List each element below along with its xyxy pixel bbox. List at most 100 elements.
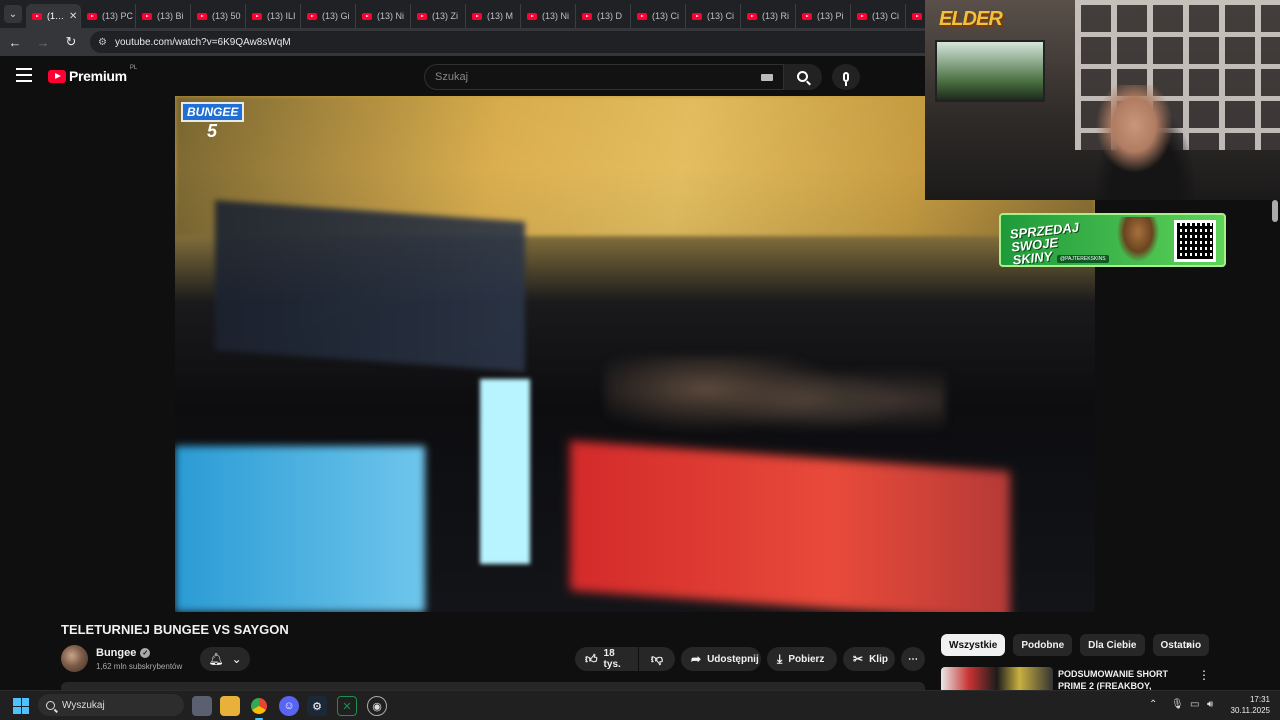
browser-tab[interactable]: (13) D xyxy=(576,4,631,28)
search-button[interactable] xyxy=(784,64,822,90)
clock-time: 17:31 xyxy=(1249,695,1270,704)
tab-label: (13) Ni xyxy=(542,11,570,21)
share-button[interactable]: ➦ Udostępnij xyxy=(681,647,761,671)
windows-start-icon[interactable] xyxy=(13,698,29,714)
monitor-tray-icon[interactable]: ▭ xyxy=(1190,699,1199,710)
tab-list: (1… ✕ (13) PC (13) Bi (13) 50 (13) ILI (13) Gi… xyxy=(26,0,961,28)
browser-tab[interactable]: (13) Ri xyxy=(741,4,796,28)
keyboard-icon[interactable] xyxy=(761,74,773,81)
browser-tab[interactable]: (13) Ni xyxy=(356,4,411,28)
tab-search-chevron-down-icon[interactable]: ⌄ xyxy=(4,5,22,23)
download-label: Pobierz xyxy=(788,653,825,665)
tab-label: (13) Zi xyxy=(432,11,459,21)
reload-icon[interactable]: ↻ xyxy=(62,33,80,51)
browser-tab[interactable]: (13) Ni xyxy=(521,4,576,28)
browser-tab[interactable]: (13) Ci xyxy=(686,4,741,28)
chip-recent[interactable]: Ostatnio xyxy=(1152,634,1210,656)
youtube-premium-logo[interactable]: Premium PL xyxy=(48,65,137,84)
search-input[interactable]: Szukaj xyxy=(424,64,784,90)
dislike-button[interactable]: 👎︎ xyxy=(639,647,675,671)
channel-watermark: BUNGEE 5 xyxy=(181,102,245,140)
youtube-favicon-icon xyxy=(417,12,427,20)
tab-label: (13) Ni xyxy=(377,11,405,21)
microphone-tray-icon[interactable]: 🎙︎ xyxy=(1171,699,1184,710)
address-bar[interactable]: ⚙ youtube.com/watch?v=6K9QAw8sWqM xyxy=(90,31,970,53)
browser-tab[interactable]: (13) 50 xyxy=(191,4,246,28)
site-settings-icon[interactable]: ⚙ xyxy=(98,37,107,48)
volume-icon[interactable]: 🔊︎ xyxy=(1207,699,1213,710)
discord-icon[interactable]: ☺ xyxy=(279,696,299,716)
youtube-favicon-icon xyxy=(527,12,537,20)
chrome-icon[interactable] xyxy=(249,696,269,720)
chevron-down-icon: ⌄ xyxy=(231,652,242,666)
youtube-favicon-icon xyxy=(747,12,757,20)
search-icon xyxy=(796,70,808,82)
more-actions-button[interactable]: ⋯ xyxy=(901,647,925,671)
tab-label: (13) Ci xyxy=(652,11,680,21)
close-tab-icon[interactable]: ✕ xyxy=(69,11,77,22)
file-explorer-icon[interactable] xyxy=(220,696,240,716)
notification-bell-button[interactable]: 🔔︎ ⌄ xyxy=(200,647,250,671)
forward-arrow-icon[interactable]: → xyxy=(34,33,52,51)
more-vertical-icon[interactable]: ⋮ xyxy=(1198,668,1210,682)
youtube-favicon-icon xyxy=(142,12,152,20)
taskbar-search[interactable]: Wyszukaj xyxy=(38,694,184,716)
task-view-icon[interactable] xyxy=(192,696,212,716)
like-button[interactable]: 👍︎ 18 tys. xyxy=(575,647,638,671)
webcam-overlay: ELDER xyxy=(925,0,1280,200)
clip-label: Klip xyxy=(869,653,888,665)
chevron-right-icon[interactable]: › xyxy=(1186,636,1191,652)
back-arrow-icon[interactable]: ← xyxy=(6,33,24,51)
youtube-favicon-icon xyxy=(692,12,702,20)
tray-chevron-up-icon[interactable]: ⌃ xyxy=(1149,699,1157,710)
chip-related[interactable]: Podobne xyxy=(1013,634,1073,656)
logo-word: Premium xyxy=(69,68,127,84)
video-title: TELETURNIEJ BUNGEE VS SAYGON xyxy=(61,622,289,637)
browser-tab[interactable]: (13) Pi xyxy=(796,4,851,28)
verified-check-icon: ✓ xyxy=(140,648,151,658)
youtube-favicon-icon xyxy=(87,12,97,20)
menu-hamburger-icon[interactable] xyxy=(16,68,32,82)
recommended-video-thumbnail[interactable] xyxy=(941,667,1053,691)
voice-search-button[interactable] xyxy=(832,64,860,90)
steam-icon[interactable]: ⚙ xyxy=(307,696,327,716)
browser-tab[interactable]: (13) Ci xyxy=(851,4,906,28)
taskbar-clock[interactable]: 17:31 30.11.2025 xyxy=(1226,694,1270,716)
browser-tab[interactable]: (13) Bi xyxy=(136,4,191,28)
youtube-favicon-icon xyxy=(912,12,922,20)
page-scrollbar[interactable] xyxy=(1272,200,1278,222)
browser-tab[interactable]: (13) M xyxy=(466,4,521,28)
tab-label: (13) Bi xyxy=(157,11,184,21)
tab-label: (1… xyxy=(47,11,65,21)
browser-tab[interactable]: (13) Zi xyxy=(411,4,466,28)
browser-tab[interactable]: (13) Ci xyxy=(631,4,686,28)
channel-name-row[interactable]: Bungee ✓ xyxy=(96,647,151,659)
browser-tab[interactable]: (13) PC xyxy=(81,4,136,28)
youtube-favicon-icon xyxy=(362,12,372,20)
youtube-favicon-icon xyxy=(802,12,812,20)
video-frame-screen xyxy=(215,200,525,372)
chip-for-you[interactable]: Dla Ciebie xyxy=(1080,634,1145,656)
bell-icon: 🔔︎ xyxy=(208,652,224,666)
chip-all[interactable]: Wszystkie xyxy=(941,634,1006,656)
more-horizontal-icon: ⋯ xyxy=(908,653,918,665)
tab-label: (13) Ci xyxy=(872,11,900,21)
share-arrow-icon: ➦ xyxy=(691,652,702,666)
qr-code-icon xyxy=(1174,220,1216,262)
excel-icon[interactable]: ✕ xyxy=(337,696,357,716)
tab-label: (13) 50 xyxy=(212,11,241,21)
browser-tab[interactable]: (13) Gi xyxy=(301,4,356,28)
obs-icon[interactable]: ◉ xyxy=(367,696,387,716)
download-button[interactable]: ⤓ Pobierz xyxy=(767,647,837,671)
tab-label: (13) Gi xyxy=(322,11,350,21)
browser-tab[interactable]: (13) ILI xyxy=(246,4,301,28)
youtube-favicon-icon xyxy=(197,12,207,20)
browser-tab[interactable]: (1… ✕ xyxy=(26,4,81,28)
channel-avatar[interactable] xyxy=(61,645,88,672)
thumbs-up-icon: 👍︎ xyxy=(585,651,598,666)
clip-button[interactable]: ✂ Klip xyxy=(843,647,895,671)
description-box[interactable] xyxy=(61,682,925,690)
video-frame-red-desk xyxy=(570,440,1010,612)
like-count: 18 tys. xyxy=(603,648,621,670)
tab-label: (13) Pi xyxy=(817,11,844,21)
